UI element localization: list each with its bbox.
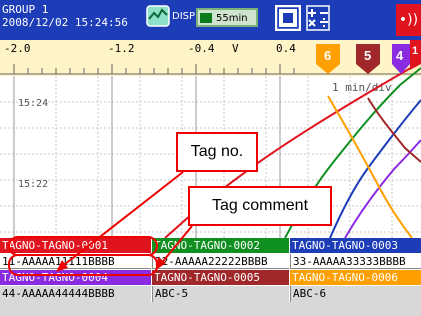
tag-no-highlight: [8, 236, 158, 256]
tag-no-callout: Tag no.: [176, 132, 258, 172]
tag-comment-highlight: [8, 254, 158, 276]
tag-comment-callout: Tag comment: [188, 186, 332, 226]
